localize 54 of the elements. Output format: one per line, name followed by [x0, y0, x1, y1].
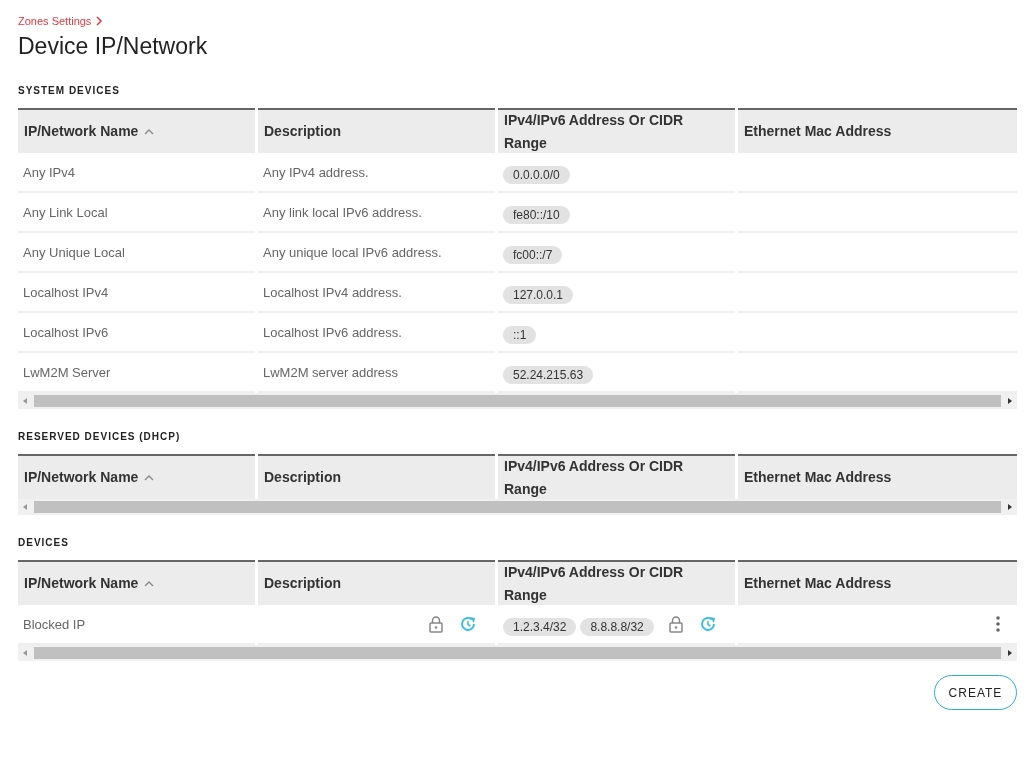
- page-title: Device IP/Network: [18, 33, 209, 61]
- section-heading: DEVICES: [18, 537, 70, 550]
- sort-ascending-icon[interactable]: [144, 128, 155, 135]
- table-cell: Any Link Local: [18, 193, 255, 233]
- horizontal-scrollbar[interactable]: [18, 645, 1017, 661]
- table-cell: Any IPv4 address.: [258, 153, 495, 193]
- lock-icon[interactable]: [667, 615, 685, 633]
- address-chip: 0.0.0.0/0: [503, 166, 570, 184]
- scrollbar-thumb[interactable]: [34, 501, 1001, 513]
- address-chip: fc00::/7: [503, 246, 563, 264]
- column-header[interactable]: Ethernet Mac Address: [738, 108, 1017, 153]
- sort-ascending-icon[interactable]: [144, 580, 155, 587]
- column-header[interactable]: IP/Network Name: [18, 108, 255, 153]
- table-cell: Localhost IPv4 address.: [258, 273, 495, 313]
- chevron-right-icon: [95, 16, 104, 26]
- scrollbar-thumb[interactable]: [34, 647, 1001, 659]
- table-cell: Any Unique Local: [18, 233, 255, 273]
- address-chip: 8.8.8.8/32: [580, 618, 654, 636]
- history-icon[interactable]: [459, 615, 477, 633]
- column-header[interactable]: Description: [258, 454, 495, 499]
- more-options-icon[interactable]: [996, 616, 1000, 632]
- create-button[interactable]: CREATE: [934, 675, 1017, 710]
- table-cell: Any link local IPv6 address.: [258, 193, 495, 233]
- column-header[interactable]: IPv4/IPv6 Address Or CIDR Range: [498, 108, 735, 153]
- column-header-label: IP/Network Name: [24, 122, 139, 141]
- section-heading: SYSTEM DEVICES: [18, 85, 121, 98]
- breadcrumb-link[interactable]: Zones Settings: [18, 15, 92, 27]
- column-header[interactable]: IPv4/IPv6 Address Or CIDR Range: [498, 454, 735, 499]
- column-header[interactable]: IPv4/IPv6 Address Or CIDR Range: [498, 560, 735, 605]
- table-cell: Any unique local IPv6 address.: [258, 233, 495, 273]
- section-heading: RESERVED DEVICES (DHCP): [18, 431, 182, 444]
- address-chip: 52.24.215.63: [503, 366, 594, 384]
- lock-icon[interactable]: [427, 615, 445, 633]
- column-header[interactable]: Ethernet Mac Address: [738, 454, 1017, 499]
- table-cell: Localhost IPv4: [18, 273, 255, 313]
- address-chip: fe80::/10: [503, 206, 570, 224]
- horizontal-scrollbar[interactable]: [18, 393, 1017, 409]
- column-header[interactable]: IP/Network Name: [18, 560, 255, 605]
- history-icon[interactable]: [699, 615, 717, 633]
- address-chip: 1.2.3.4/32: [503, 618, 577, 636]
- column-header-label: IP/Network Name: [24, 574, 139, 593]
- horizontal-scrollbar[interactable]: [18, 499, 1017, 515]
- column-header[interactable]: IP/Network Name: [18, 454, 255, 499]
- column-header[interactable]: Description: [258, 560, 495, 605]
- table-cell: Localhost IPv6: [18, 313, 255, 353]
- sort-ascending-icon[interactable]: [144, 474, 155, 481]
- column-header[interactable]: Description: [258, 108, 495, 153]
- scrollbar-thumb[interactable]: [34, 395, 1001, 407]
- address-chip: ::1: [503, 326, 537, 344]
- address-chip: 127.0.0.1: [503, 286, 574, 304]
- column-header[interactable]: Ethernet Mac Address: [738, 560, 1017, 605]
- table-cell: Localhost IPv6 address.: [258, 313, 495, 353]
- column-header-label: IP/Network Name: [24, 468, 139, 487]
- table-cell: Any IPv4: [18, 153, 255, 193]
